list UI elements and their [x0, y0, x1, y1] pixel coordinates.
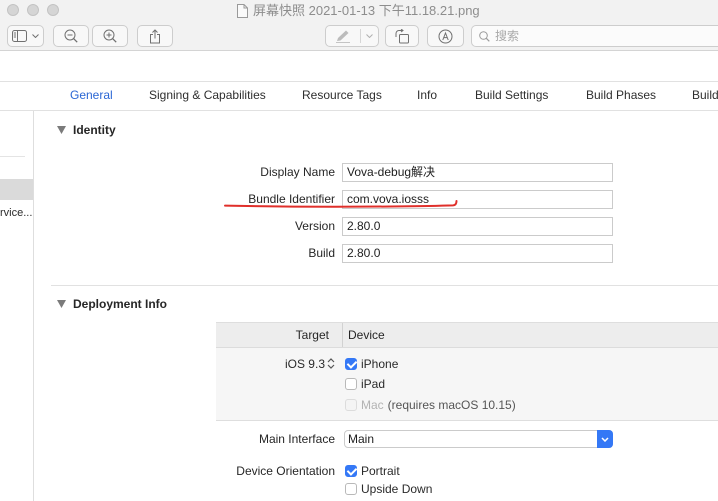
- deployment-target-popup[interactable]: iOS 9.3: [276, 356, 336, 372]
- bundle-identifier-field[interactable]: com.vova.iosss: [342, 190, 613, 209]
- chevron-down-icon: [32, 34, 39, 38]
- document-icon: [237, 4, 248, 21]
- device-option-iphone[interactable]: iPhone: [345, 357, 398, 371]
- table-header: Target Device: [216, 323, 718, 348]
- rotate-icon: [394, 28, 410, 44]
- sidebar-selected-row[interactable]: [0, 179, 33, 200]
- deployment-target-value: iOS 9.3: [284, 357, 325, 371]
- chevron-down-icon: [601, 436, 609, 442]
- search-placeholder: 搜索: [495, 29, 520, 43]
- button-divider: [360, 29, 361, 43]
- section-title-deployment-info: Deployment Info: [73, 297, 168, 311]
- chevron-down-icon[interactable]: [366, 34, 373, 38]
- display-name-field[interactable]: Vova-debug解决: [342, 163, 613, 182]
- section-title-identity: Identity: [73, 123, 116, 137]
- rotate-button[interactable]: [385, 25, 419, 47]
- column-header-target: Target: [295, 328, 329, 342]
- build-field[interactable]: 2.80.0: [342, 244, 613, 263]
- orientation-option-portrait[interactable]: Portrait: [345, 464, 400, 478]
- search-icon: [479, 31, 490, 42]
- tab-general[interactable]: General: [70, 88, 113, 102]
- tab-signing-capabilities[interactable]: Signing & Capabilities: [149, 88, 266, 102]
- tab-build-settings[interactable]: Build Settings: [475, 88, 548, 102]
- divider: [0, 110, 718, 111]
- zoom-window-button[interactable]: [47, 4, 59, 16]
- display-name-label: Display Name: [260, 165, 335, 179]
- up-down-chevron-icon: [327, 358, 335, 369]
- version-label: Version: [294, 219, 335, 233]
- mac-label: Mac: [361, 398, 384, 412]
- main-interface-combobox[interactable]: Main: [344, 430, 613, 448]
- sidebar-toggle-button[interactable]: [7, 25, 44, 47]
- markup-button[interactable]: [325, 25, 379, 47]
- iphone-checkbox[interactable]: [345, 358, 357, 370]
- deployment-table: Target Device iOS 9.3 iPhone iPad Mac (r…: [216, 322, 718, 421]
- minimize-window-button[interactable]: [27, 4, 39, 16]
- upside-down-checkbox[interactable]: [345, 483, 357, 495]
- upside-down-label: Upside Down: [361, 482, 433, 496]
- zoom-in-button[interactable]: [92, 25, 128, 47]
- divider: [0, 156, 25, 157]
- main-interface-value: Main: [348, 432, 375, 446]
- share-button[interactable]: [137, 25, 173, 47]
- main-interface-label: Main Interface: [258, 432, 335, 446]
- main-interface-dropdown-button[interactable]: [597, 430, 613, 448]
- zoom-out-icon: [64, 29, 78, 43]
- build-label: Build: [308, 246, 335, 260]
- ipad-label: iPad: [361, 377, 386, 391]
- mac-checkbox: [345, 399, 357, 411]
- column-header-device: Device: [348, 328, 385, 342]
- zoom-in-icon: [103, 29, 117, 43]
- tab-build-rules[interactable]: Build: [692, 88, 718, 102]
- tab-info[interactable]: Info: [417, 88, 437, 102]
- bundle-identifier-label: Bundle Identifier: [248, 192, 335, 206]
- device-option-ipad[interactable]: iPad: [345, 377, 385, 391]
- device-option-mac: Mac (requires macOS 10.15): [345, 398, 516, 412]
- portrait-label: Portrait: [361, 464, 400, 478]
- column-divider: [342, 323, 343, 347]
- mac-requirement-note: (requires macOS 10.15): [387, 398, 516, 412]
- pen-icon: [335, 29, 351, 46]
- search-field[interactable]: 搜索: [471, 25, 718, 47]
- window-toolbar: 屏幕快照 2021-01-13 下午11.18.21.png 搜索: [0, 0, 718, 51]
- disclosure-triangle-icon[interactable]: [57, 300, 66, 308]
- disclosure-triangle-icon[interactable]: [57, 126, 66, 134]
- device-orientation-label: Device Orientation: [236, 464, 335, 478]
- orientation-option-upside-down[interactable]: Upside Down: [345, 482, 432, 496]
- portrait-checkbox[interactable]: [345, 465, 357, 477]
- sidebar-icon: [12, 30, 27, 42]
- version-field[interactable]: 2.80.0: [342, 217, 613, 236]
- section-divider: [51, 285, 718, 286]
- tab-build-phases[interactable]: Build Phases: [586, 88, 656, 102]
- iphone-label: iPhone: [361, 357, 399, 371]
- window-title: 屏幕快照 2021-01-13 下午11.18.21.png: [253, 3, 480, 18]
- annotate-icon: [438, 29, 453, 44]
- zoom-out-button[interactable]: [53, 25, 89, 47]
- close-window-button[interactable]: [7, 4, 19, 16]
- annotate-button[interactable]: [427, 25, 464, 47]
- sidebar-divider: [33, 111, 34, 501]
- editor-tab-bar: General Signing & Capabilities Resource …: [0, 82, 718, 110]
- tab-resource-tags[interactable]: Resource Tags: [302, 88, 382, 102]
- sidebar-item-target[interactable]: rvice...: [0, 206, 32, 220]
- ipad-checkbox[interactable]: [345, 378, 357, 390]
- share-icon: [149, 28, 161, 44]
